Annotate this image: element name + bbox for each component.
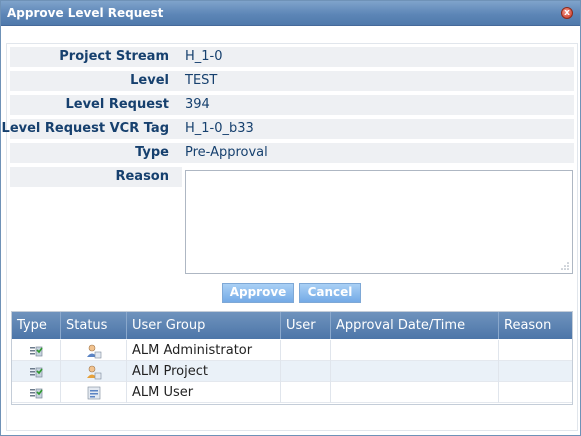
status-cell <box>61 382 127 403</box>
resize-grip-icon[interactable] <box>561 262 569 270</box>
field-label: Level Request VCR Tag <box>1 121 169 136</box>
field-row-level: Level TEST <box>10 71 574 91</box>
column-header-user[interactable]: User <box>281 312 331 339</box>
approve-level-request-dialog: Approve Level Request x Project Stream H… <box>0 0 581 436</box>
column-header-status[interactable]: Status <box>61 312 127 339</box>
field-value: H_1-0 <box>185 49 223 64</box>
field-row-type: Type Pre-Approval <box>10 143 574 163</box>
grid-row[interactable]: ALM User <box>12 382 572 403</box>
user-group-cell: ALM Project <box>127 361 281 382</box>
close-icon[interactable]: x <box>561 7 573 19</box>
approval-type-icon <box>30 388 43 399</box>
field-row-level-request: Level Request 394 <box>10 95 574 115</box>
field-value: Pre-Approval <box>185 145 268 160</box>
approval-type-icon <box>30 346 43 357</box>
user-group-status-icon <box>87 386 101 400</box>
type-cell <box>12 340 61 361</box>
dialog-title: Approve Level Request <box>7 6 164 20</box>
dialog-titlebar[interactable]: Approve Level Request x <box>1 1 580 26</box>
approve-button[interactable]: Approve <box>222 283 294 303</box>
field-label: Level Request <box>65 97 169 112</box>
user-group-cell: ALM Administrator <box>127 340 281 361</box>
column-header-user-group[interactable]: User Group <box>127 312 281 339</box>
field-value: TEST <box>185 73 218 88</box>
user-cell <box>281 340 331 361</box>
reason-cell <box>499 340 572 361</box>
approval-date-cell <box>331 382 499 403</box>
reason-cell <box>499 382 572 403</box>
field-row-vcr-tag: Level Request VCR Tag H_1-0_b33 <box>2 119 574 139</box>
field-value: H_1-0_b33 <box>185 121 254 136</box>
column-header-reason[interactable]: Reason <box>499 312 572 339</box>
approval-grid: Type Status User Group User Approval Dat… <box>11 311 573 405</box>
field-row-project-stream: Project Stream H_1-0 <box>10 47 574 67</box>
status-cell <box>61 361 127 382</box>
column-header-approval-date[interactable]: Approval Date/Time <box>331 312 499 339</box>
user-cell <box>281 361 331 382</box>
reason-cell <box>499 361 572 382</box>
grid-row[interactable]: ALM Administrator <box>12 340 572 361</box>
grid-row[interactable]: ALM Project <box>12 361 572 382</box>
field-label: Project Stream <box>59 49 169 64</box>
grid-header: Type Status User Group User Approval Dat… <box>12 312 572 339</box>
user-group-cell: ALM User <box>127 382 281 403</box>
approval-date-cell <box>331 340 499 361</box>
type-cell <box>12 382 61 403</box>
approval-type-icon <box>30 367 43 378</box>
field-value: 394 <box>185 97 210 112</box>
cancel-button[interactable]: Cancel <box>299 283 361 303</box>
approval-date-cell <box>331 361 499 382</box>
status-cell <box>61 340 127 361</box>
user-cell <box>281 382 331 403</box>
column-header-type[interactable]: Type <box>12 312 61 339</box>
user-group-status-icon <box>87 344 102 359</box>
field-label: Level <box>130 73 169 88</box>
user-group-status-icon <box>87 365 102 380</box>
field-label: Reason <box>115 169 169 184</box>
type-cell <box>12 361 61 382</box>
reason-textarea[interactable] <box>185 170 573 274</box>
field-label: Type <box>135 145 169 160</box>
field-row-reason: Reason <box>10 167 182 187</box>
